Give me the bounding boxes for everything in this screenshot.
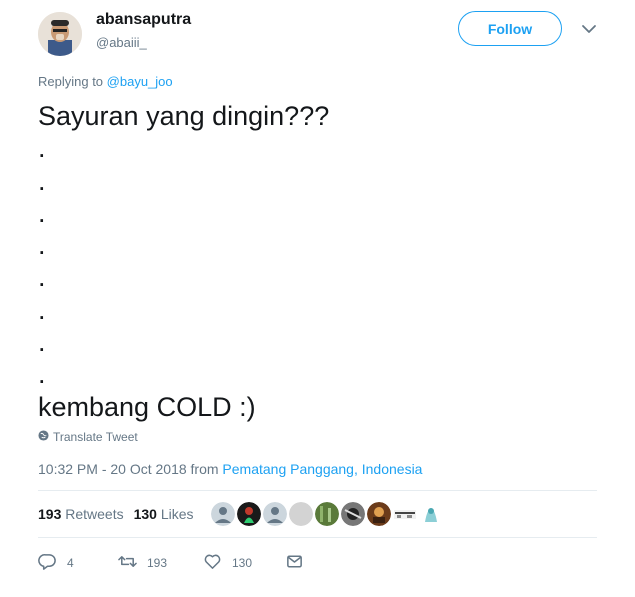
reply-action[interactable]: 4 [38,552,118,574]
liker-avatar[interactable] [211,502,235,526]
heart-icon [203,552,222,574]
follow-button[interactable]: Follow [458,11,562,46]
globe-icon [38,430,49,444]
retweets-label: Retweets [65,506,124,522]
like-action[interactable]: 130 [203,552,285,574]
likes-stat[interactable]: 130 Likes [134,506,194,522]
retweet-action[interactable]: 193 [118,552,203,574]
like-count: 130 [232,556,253,570]
likers-avatars [211,502,443,526]
likes-count: 130 [133,506,157,522]
chevron-down-icon[interactable] [580,20,598,38]
liker-avatar[interactable] [393,502,417,526]
replying-prefix: Replying to [38,74,104,89]
user-handle[interactable]: @abaiii_ [96,35,147,50]
mention-link[interactable]: @bayu_joo [107,74,173,89]
tweet-actions: 4 193 130 [38,552,304,574]
tweet-timestamp: 10:32 PM - 20 Oct 2018 from Pematang Pan… [38,461,422,477]
dm-action[interactable] [285,552,304,574]
liker-avatar[interactable] [263,502,287,526]
liker-avatar[interactable] [367,502,391,526]
reply-count: 4 [67,556,74,570]
retweet-count: 193 [147,556,168,570]
likes-label: Likes [160,506,194,522]
retweet-icon [118,552,137,574]
avatar[interactable] [38,12,82,56]
liker-avatar[interactable] [419,502,443,526]
liker-avatar[interactable] [289,502,313,526]
timestamp-text[interactable]: 10:32 PM - 20 Oct 2018 from [38,461,219,477]
liker-avatar[interactable] [315,502,339,526]
divider [38,537,597,538]
tweet-stats: 193 Retweets 130 Likes [38,506,194,522]
retweets-count: 193 [38,506,62,522]
display-name[interactable]: abansaputra [96,11,191,29]
liker-avatar[interactable] [341,502,365,526]
retweets-stat[interactable]: 193 Retweets [38,506,124,522]
tweet-text: Sayuran yang dingin??? . . . . . . . . k… [38,101,330,422]
envelope-icon [285,552,304,574]
location-link[interactable]: Pematang Panggang, Indonesia [222,461,422,477]
divider [38,490,597,491]
reply-icon [38,552,57,574]
translate-label: Translate Tweet [53,430,138,444]
replying-to: Replying to @bayu_joo [38,74,173,89]
translate-tweet[interactable]: Translate Tweet [38,430,138,444]
liker-avatar[interactable] [237,502,261,526]
